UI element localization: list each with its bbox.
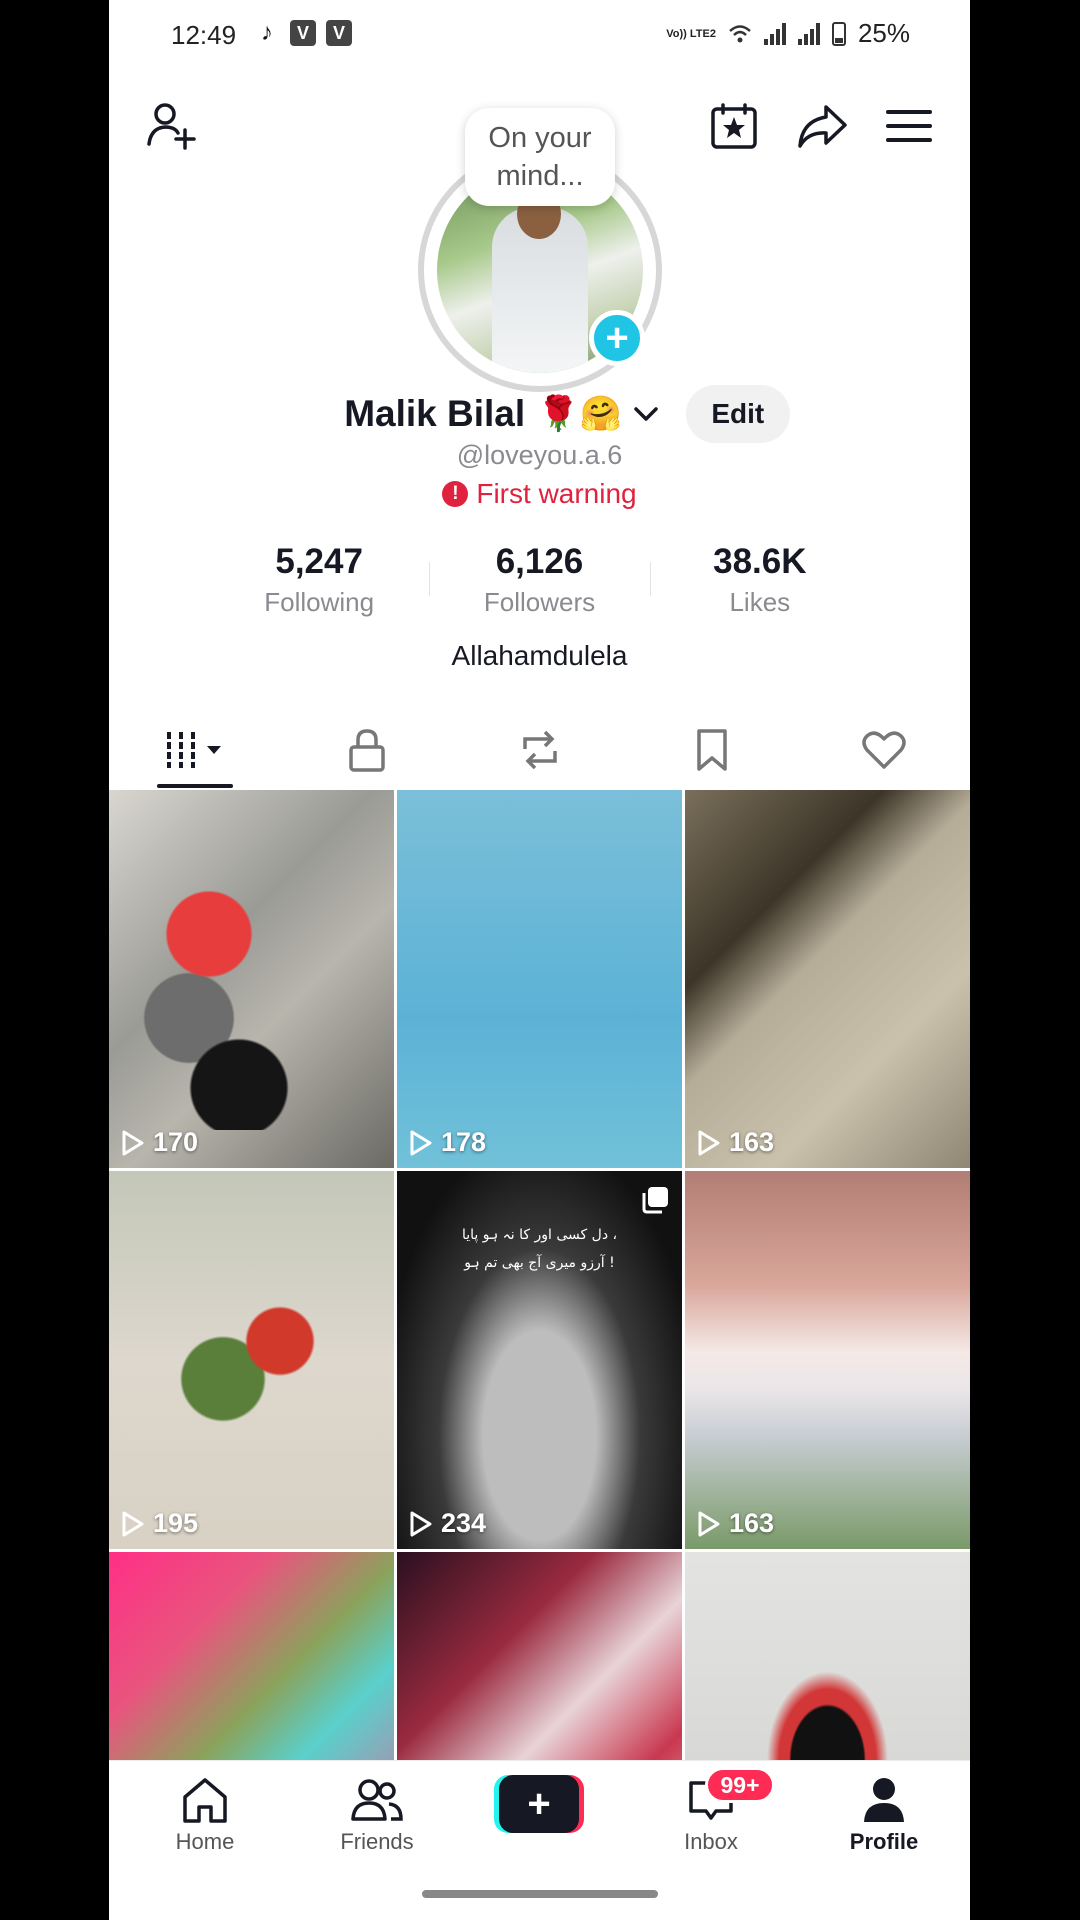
- stat-likes[interactable]: 38.6K Likes: [649, 540, 870, 620]
- tab-liked[interactable]: [798, 712, 970, 788]
- stat-following[interactable]: 5,247 Following: [209, 540, 429, 620]
- stat-followers[interactable]: 6,126 Followers: [429, 540, 649, 620]
- play-icon: [698, 1130, 720, 1155]
- signal-icon: [797, 22, 820, 45]
- view-count-text: 178: [441, 1127, 487, 1157]
- alert-icon: !: [442, 481, 469, 507]
- video-tile[interactable]: 163: [685, 790, 970, 1168]
- stat-value: 6,126: [495, 542, 584, 581]
- status-bubble[interactable]: On your mind...: [465, 108, 615, 206]
- stat-label: Likes: [729, 587, 791, 617]
- status-right: Vo)) LTE2 25%: [666, 18, 910, 49]
- nav-label: Home: [175, 1829, 235, 1854]
- stat-value: 5,247: [275, 542, 363, 581]
- videos-grid-icon: [167, 732, 222, 768]
- plus-icon: +: [499, 1775, 579, 1833]
- play-icon: [122, 1130, 144, 1155]
- stat-label: Following: [264, 587, 375, 617]
- status-bar: 12:49 ♪ V V Vo)) LTE2 25%: [109, 0, 970, 70]
- view-count: 170: [121, 1127, 198, 1158]
- video-overlay-text: دل کسی اور کا نہ ہو پایا ، آرزو میری آج …: [397, 1221, 682, 1277]
- nav-label: Profile: [849, 1829, 919, 1854]
- profile-bio: Allahamdulela: [451, 640, 628, 671]
- motorbike-thumbnail: [129, 850, 329, 1130]
- tab-reposts[interactable]: [453, 712, 625, 788]
- warning-link[interactable]: ! First warning: [109, 478, 970, 510]
- view-count-text: 195: [153, 1508, 199, 1538]
- chevron-down-icon[interactable]: [632, 404, 660, 424]
- view-count-text: 170: [153, 1127, 199, 1157]
- view-count: 178: [409, 1127, 486, 1158]
- tab-videos[interactable]: [109, 712, 281, 788]
- view-count: 234: [409, 1508, 486, 1539]
- play-icon: [122, 1511, 144, 1536]
- battery-percent: 25%: [857, 18, 910, 48]
- video-grid: 170 178 163 195 دل کسی اور کا نہ ہو پایا…: [109, 790, 970, 1920]
- tab-saved[interactable]: [626, 712, 798, 788]
- create-button[interactable]: +: [494, 1775, 584, 1833]
- friends-icon: [351, 1779, 403, 1821]
- status-time: 12:49: [171, 20, 237, 50]
- play-icon: [410, 1511, 432, 1536]
- profile-tabs: [109, 712, 970, 788]
- add-friend-icon[interactable]: [143, 98, 199, 154]
- view-count: 163: [697, 1508, 774, 1539]
- v-app-icon: V: [290, 20, 316, 46]
- status-app-icons: ♪ V V: [254, 19, 352, 46]
- tiktok-icon: ♪: [261, 19, 273, 46]
- bookmark-icon: [696, 729, 727, 771]
- nav-label: Inbox: [684, 1829, 738, 1854]
- edit-profile-button[interactable]: Edit: [685, 385, 790, 443]
- volte-label: Vo)) LTE2: [666, 27, 716, 40]
- warning-text: First warning: [476, 478, 637, 509]
- nav-home[interactable]: Home: [145, 1775, 265, 1875]
- repost-icon: [522, 730, 557, 770]
- multi-photo-icon: [642, 1187, 668, 1214]
- menu-icon[interactable]: [881, 98, 937, 154]
- video-tile[interactable]: 178: [397, 790, 682, 1168]
- lock-icon: [349, 729, 386, 772]
- tab-private[interactable]: [281, 712, 453, 788]
- share-icon[interactable]: [794, 98, 850, 154]
- video-tile[interactable]: 163: [685, 1171, 970, 1549]
- stat-value: 38.6K: [713, 542, 807, 581]
- overlay-line: دل کسی اور کا نہ ہو پایا ،: [461, 1227, 618, 1243]
- nav-label: Friends: [340, 1829, 414, 1854]
- name-row: Malik Bilal 🌹🤗 Edit: [109, 384, 970, 444]
- stat-label: Followers: [483, 587, 596, 617]
- add-story-icon[interactable]: +: [589, 310, 645, 366]
- home-indicator[interactable]: [422, 1890, 658, 1898]
- profile-name: Malik Bilal: [344, 393, 526, 434]
- home-icon: [183, 1778, 227, 1823]
- nav-profile[interactable]: Profile: [824, 1775, 944, 1875]
- play-icon: [410, 1130, 432, 1155]
- overlay-line: آرزو میری آج بھی تم ہو !: [464, 1255, 615, 1271]
- view-count-text: 163: [729, 1508, 775, 1538]
- inbox-badge: 99+: [705, 1767, 775, 1803]
- nav-friends[interactable]: Friends: [317, 1775, 437, 1875]
- play-icon: [698, 1511, 720, 1536]
- video-tile[interactable]: 195: [109, 1171, 394, 1549]
- signal-icon: [763, 22, 786, 45]
- video-tile[interactable]: دل کسی اور کا نہ ہو پایا ، آرزو میری آج …: [397, 1171, 682, 1549]
- heart-icon: [862, 731, 906, 769]
- profile-stats: 5,247 Following 6,126 Followers 38.6K Li…: [209, 540, 870, 620]
- bottom-nav: Home Friends + Inbox 99+ Profile: [109, 1760, 970, 1920]
- battery-icon: [831, 21, 846, 46]
- wifi-icon: [729, 24, 751, 42]
- view-count-text: 163: [729, 1127, 775, 1157]
- name-emoji: 🌹🤗: [537, 395, 622, 433]
- view-count: 163: [697, 1127, 774, 1158]
- video-tile[interactable]: 170: [109, 790, 394, 1168]
- tiktok-profile-screen: 12:49 ♪ V V Vo)) LTE2 25% On your mind..…: [109, 0, 970, 1920]
- view-count: 195: [121, 1508, 198, 1539]
- v-app-icon: V: [326, 20, 352, 46]
- calendar-star-icon[interactable]: [706, 98, 762, 154]
- view-count-text: 234: [441, 1508, 487, 1538]
- profile-icon: [864, 1778, 904, 1822]
- profile-handle: @loveyou.a.6: [456, 440, 623, 470]
